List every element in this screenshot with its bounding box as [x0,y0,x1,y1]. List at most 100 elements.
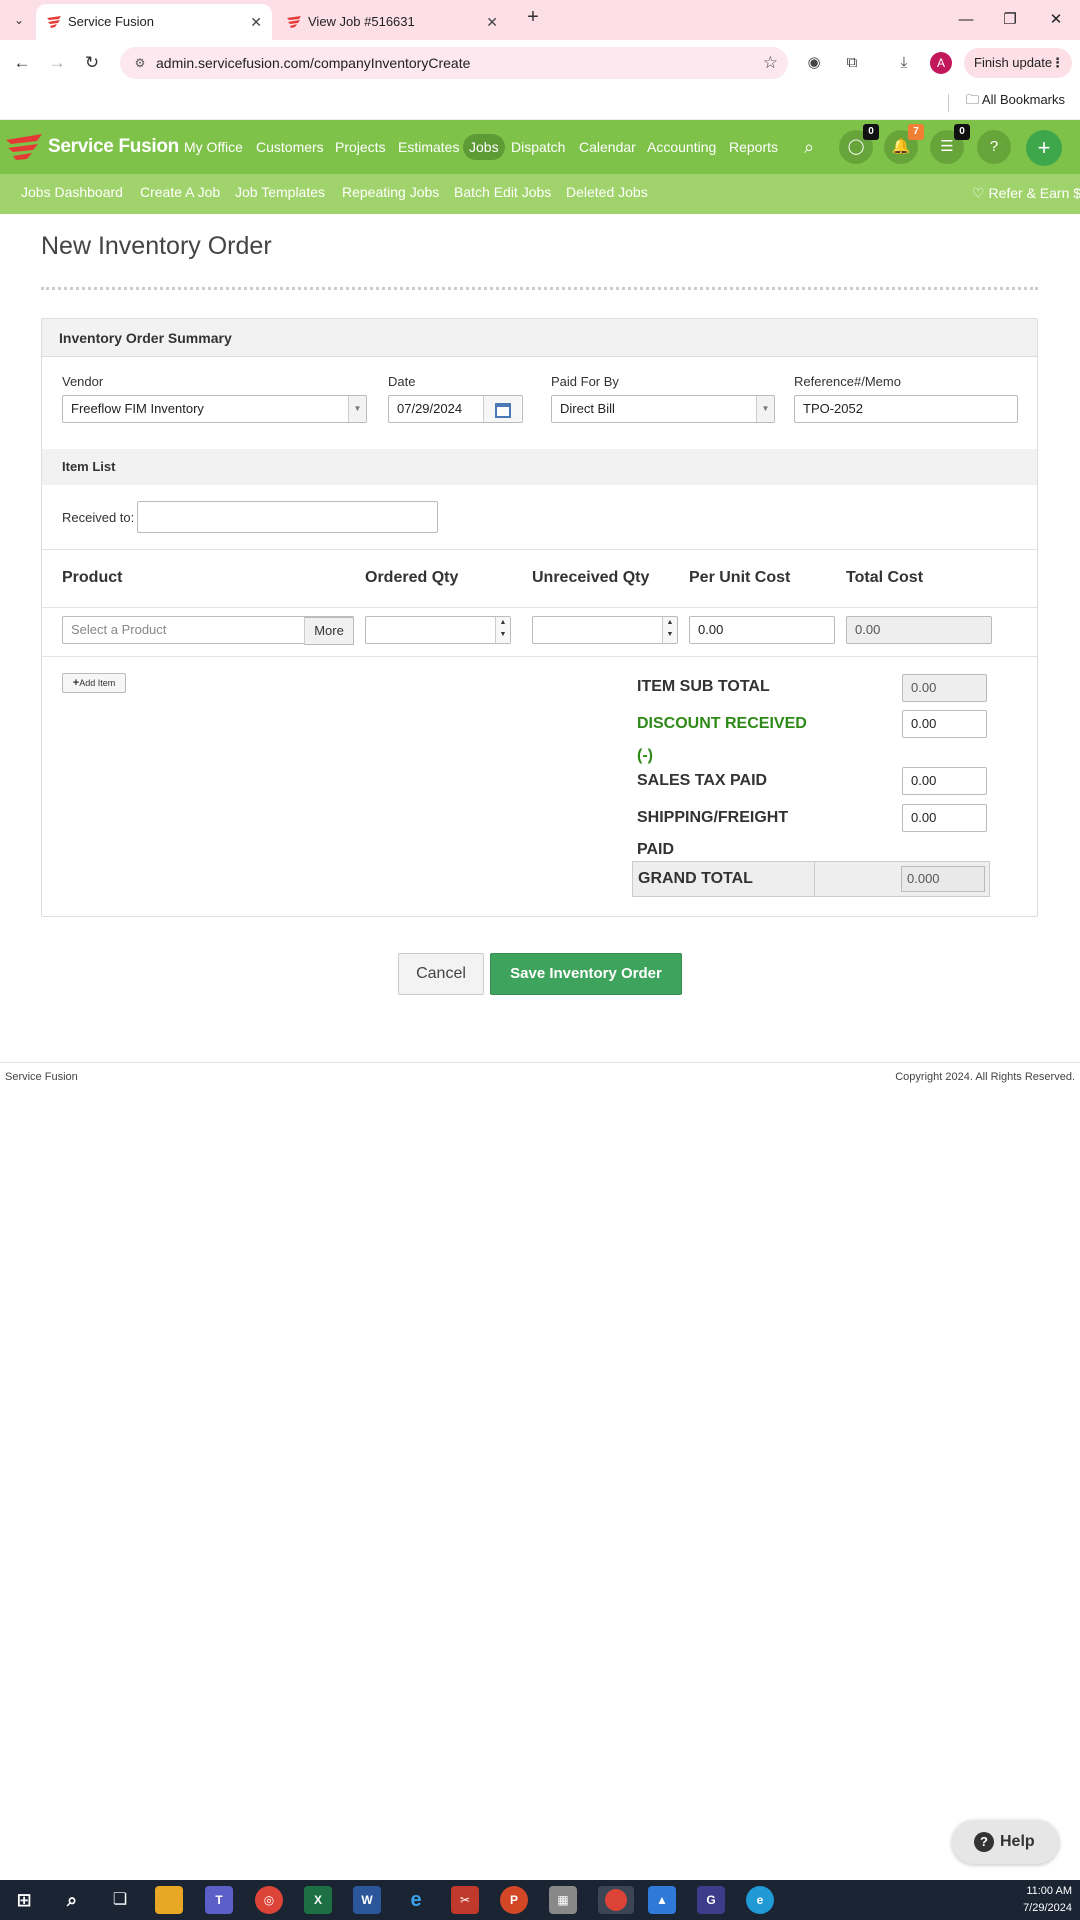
nav-customers[interactable]: Customers [250,134,330,160]
subnav-batch-edit-jobs[interactable]: Batch Edit Jobs [454,174,551,210]
chrome-profile-icon[interactable] [598,1886,634,1914]
date-field[interactable]: 07/29/2024 [388,395,523,423]
close-tab-icon[interactable]: ✕ [486,4,498,40]
nav-projects[interactable]: Projects [329,134,392,160]
tasks-badge: 0 [954,124,970,140]
unreceived-qty-input[interactable]: ▲ ▼ [532,616,678,644]
subnav-deleted-jobs[interactable]: Deleted Jobs [566,174,648,210]
col-unreceived-qty: Unreceived Qty [532,569,650,586]
subnav-repeating-jobs[interactable]: Repeating Jobs [342,174,439,210]
more-button[interactable]: More [304,617,354,645]
forward-icon[interactable]: → [45,51,69,75]
reload-icon[interactable]: ↻ [80,51,104,75]
kebab-menu-icon: ⋮ [1051,55,1064,70]
per-unit-cost-input[interactable]: 0.00 [689,616,835,644]
grand-total-label: GRAND TOTAL [638,870,753,887]
shipping-freight-input[interactable]: 0.00 [902,804,987,832]
plus-icon: + [1037,135,1051,160]
restore-icon[interactable]: ❐ [998,8,1022,32]
subnav-job-templates[interactable]: Job Templates [235,174,325,210]
received-to-input[interactable] [137,501,438,533]
per-unit-cost-value: 0.00 [698,622,724,637]
vendor-select[interactable]: Freeflow FIM Inventory ▼ [62,395,367,423]
qty-stepper-icon[interactable]: ▲ ▼ [495,617,510,643]
reference-memo-input[interactable]: TPO-2052 [794,395,1018,423]
task-view-icon[interactable]: ❏ [106,1886,134,1914]
help-button[interactable]: ? Help [952,1820,1059,1864]
close-tab-icon[interactable]: ✕ [250,4,262,40]
nav-jobs[interactable]: Jobs [463,134,505,160]
browser-tab-view-job[interactable]: View Job #516631 ✕ [276,4,508,40]
back-icon[interactable]: ← [10,51,34,75]
nav-calendar[interactable]: Calendar [573,134,642,160]
add-item-button[interactable]: +Add Item [62,673,126,693]
greenshot-icon[interactable]: G [697,1886,725,1914]
windows-taskbar: ⊞ ⌕ ❏ T ◎ X W e ✂ P ▦ ▲ G e 11:00 AM 7/2… [0,1880,1080,1920]
save-inventory-order-button[interactable]: Save Inventory Order [490,953,682,995]
qty-stepper-icon[interactable]: ▲ ▼ [662,617,677,643]
nav-my-office[interactable]: My Office [178,134,249,160]
teams-icon[interactable]: T [205,1886,233,1914]
tab-search-icon[interactable]: ⌄ [8,9,30,31]
question-icon: ? [989,138,999,155]
site-info-icon[interactable]: ⚙ [132,55,148,71]
download-icon[interactable]: ⤓ [892,51,916,75]
ordered-qty-input[interactable]: ▲ ▼ [365,616,511,644]
windows-start-icon[interactable]: ⊞ [10,1886,38,1914]
add-item-label: Add Item [79,678,116,688]
minimize-icon[interactable]: — [954,8,978,32]
address-bar[interactable]: ⚙ admin.servicefusion.com/companyInvento… [120,47,788,79]
all-bookmarks-button[interactable]: 🗀 All Bookmarks [966,86,1065,114]
new-tab-icon[interactable]: + [520,6,546,29]
chrome-icon[interactable]: ◎ [255,1886,283,1914]
subnav-create-a-job[interactable]: Create A Job [140,174,220,210]
page-title: New Inventory Order [41,232,272,260]
inventory-order-panel: Inventory Order Summary Vendor Freeflow … [41,318,1038,917]
system-clock[interactable]: 11:00 AM 7/29/2024 [1023,1883,1072,1917]
edge-icon[interactable]: e [746,1886,774,1914]
paid-for-by-select[interactable]: Direct Bill ▼ [551,395,775,423]
summary-header-label: Inventory Order Summary [59,330,232,346]
window-close-icon[interactable]: ✕ [1044,8,1068,32]
powerpoint-icon[interactable]: P [500,1886,528,1914]
word-icon[interactable]: W [353,1886,381,1914]
sales-tax-input[interactable]: 0.00 [902,767,987,795]
nav-estimates[interactable]: Estimates [392,134,465,160]
cookie-icon[interactable]: ◉ [802,51,826,75]
item-list-label: Item List [62,459,116,474]
snipping-tool-icon[interactable]: ✂ [451,1886,479,1914]
discount-received-input[interactable]: 0.00 [902,710,987,738]
tasks-button[interactable]: ☰ 0 [930,124,970,164]
discount-suffix-label: (-) [637,747,653,764]
internet-explorer-icon[interactable]: e [402,1886,430,1914]
photos-icon[interactable]: ▲ [648,1886,676,1914]
extensions-icon[interactable]: ⧉ [840,51,864,75]
calendar-picker-button[interactable] [483,396,521,422]
notifications-button[interactable]: 🔔 7 [884,124,924,164]
browser-tab-service-fusion[interactable]: Service Fusion ✕ [36,4,272,40]
product-select-input[interactable]: Select a Product More [62,616,354,645]
received-to-label: Received to: [62,510,135,525]
help-question-button[interactable]: ? [977,130,1011,164]
bookmark-star-icon[interactable]: ☆ [763,47,778,79]
refer-and-earn-link[interactable]: ♡ Refer & Earn $ [972,174,1080,212]
cancel-button[interactable]: Cancel [398,953,484,995]
finish-update-button[interactable]: Finish update ⋮ [964,48,1072,78]
profile-avatar[interactable]: A [930,52,952,74]
search-icon[interactable]: ⌕ [796,134,822,160]
nav-accounting[interactable]: Accounting [641,134,722,160]
app-icon[interactable]: ▦ [549,1886,577,1914]
reference-value: TPO-2052 [803,401,863,416]
nav-dispatch[interactable]: Dispatch [505,134,571,160]
date-label: Date [388,374,416,389]
file-explorer-icon[interactable] [155,1886,183,1914]
taskbar-search-icon[interactable]: ⌕ [58,1886,86,1914]
chat-icon: ◯ [847,138,865,155]
chat-button[interactable]: ◯ 0 [839,124,879,164]
add-new-button[interactable]: + [1026,130,1062,166]
subnav-jobs-dashboard[interactable]: Jobs Dashboard [21,174,123,210]
discount-value: 0.00 [911,716,937,731]
excel-icon[interactable]: X [304,1886,332,1914]
refer-label: Refer & Earn $ [988,185,1080,201]
nav-reports[interactable]: Reports [723,134,784,160]
